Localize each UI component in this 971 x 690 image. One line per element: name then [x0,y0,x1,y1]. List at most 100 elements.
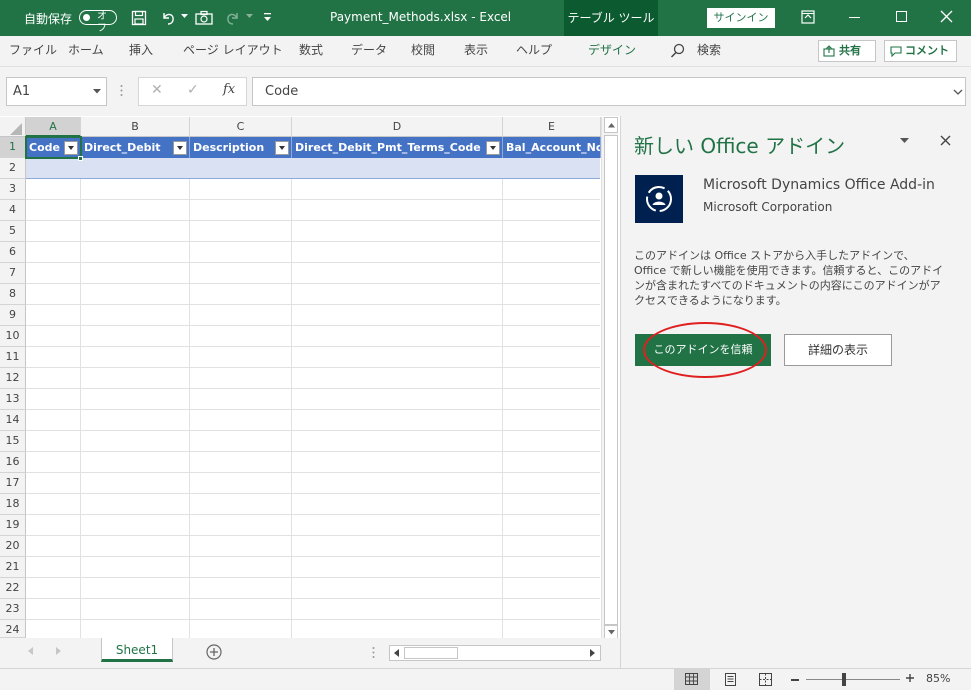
row-header[interactable]: 14 [0,410,26,431]
zoom-slider[interactable] [806,679,900,680]
tab-split-grip-icon[interactable] [372,646,375,659]
row-header[interactable]: 16 [0,452,26,473]
table-row[interactable] [26,158,600,179]
maximize-icon[interactable] [896,11,907,22]
zoom-in-icon[interactable] [905,673,915,683]
row-header[interactable]: 23 [0,599,26,620]
normal-view-button[interactable] [674,669,710,690]
select-all-button[interactable] [0,117,26,137]
insert-function-icon[interactable]: fx [223,82,235,97]
tab-design[interactable]: デザイン [588,36,636,66]
share-button[interactable]: 共有 [818,40,876,62]
pane-close-icon[interactable] [940,135,951,146]
dynamics-addin-icon [635,175,683,223]
column-header-a[interactable]: A [26,117,81,137]
vertical-scrollbar[interactable] [601,117,618,639]
row-header[interactable]: 18 [0,494,26,515]
undo-icon[interactable] [160,10,176,26]
row-header[interactable]: 15 [0,431,26,452]
redo-dropdown-icon[interactable] [246,14,253,19]
row-header[interactable]: 24 [0,620,26,638]
zoom-slider-thumb[interactable] [842,673,846,686]
camera-icon[interactable] [195,10,213,26]
row-header[interactable]: 4 [0,200,26,221]
row-header[interactable]: 9 [0,305,26,326]
scroll-sheets-right-icon[interactable] [56,647,62,655]
filter-dropdown-icon[interactable] [173,141,187,155]
row-header[interactable]: 20 [0,536,26,557]
worksheet-grid[interactable] [0,116,620,638]
tab-home[interactable]: ホーム [68,36,104,66]
row-header[interactable]: 5 [0,221,26,242]
filter-dropdown-icon[interactable] [486,141,500,155]
tab-review[interactable]: 校閲 [411,36,435,66]
table-header-cell[interactable]: Direct_Debit_Pmt_Terms_Code [292,137,503,158]
scroll-down-button[interactable] [604,625,618,639]
tab-data[interactable]: データ [351,36,387,66]
customize-qat-icon[interactable] [263,12,272,22]
row-header[interactable]: 8 [0,284,26,305]
filter-dropdown-icon[interactable] [275,141,289,155]
row-header[interactable]: 12 [0,368,26,389]
tab-file[interactable]: ファイル [9,36,57,66]
comment-button[interactable]: コメント [884,40,957,62]
ribbon-display-options-icon[interactable] [801,10,815,24]
row-header[interactable]: 22 [0,578,26,599]
toggle-knob [83,13,90,21]
minimize-icon[interactable] [849,17,860,19]
scroll-up-button[interactable] [604,117,618,133]
save-icon[interactable] [131,10,147,26]
cancel-icon[interactable]: ✕ [151,82,163,98]
column-header-b[interactable]: B [81,117,190,137]
expand-formula-icon[interactable] [953,89,963,95]
table-header-cell[interactable]: Bal_Account_No [503,137,601,158]
zoom-level[interactable]: 85% [926,672,950,685]
formula-bar-grip-icon[interactable] [120,84,123,97]
row-header[interactable]: 13 [0,389,26,410]
scroll-sheets-left-icon[interactable] [28,647,34,655]
page-layout-view-icon[interactable] [724,673,737,686]
tab-page-layout[interactable]: ページ レイアウト [183,36,283,66]
undo-dropdown-icon[interactable] [181,14,188,19]
scroll-left-icon[interactable] [394,649,400,657]
row-header[interactable]: 1 [0,137,26,158]
chevron-down-icon[interactable] [93,89,101,94]
name-box[interactable]: A1 [6,77,107,106]
page-break-preview-icon[interactable] [759,673,772,686]
row-header[interactable]: 7 [0,263,26,284]
row-header[interactable]: 10 [0,326,26,347]
horizontal-scroll-thumb[interactable] [404,647,458,659]
new-sheet-icon[interactable] [206,644,222,660]
sheet-tab-sheet1[interactable]: Sheet1 [101,638,173,662]
pane-options-icon[interactable] [900,138,909,144]
show-details-button[interactable]: 詳細の表示 [784,334,892,366]
formula-input[interactable]: Code [252,77,966,106]
scroll-right-icon[interactable] [590,649,596,657]
autosave-toggle[interactable]: オフ [79,10,117,34]
search-label[interactable]: 検索 [697,36,721,66]
close-icon[interactable] [940,10,953,23]
row-header[interactable]: 21 [0,557,26,578]
redo-icon[interactable] [225,10,241,26]
row-header[interactable]: 17 [0,473,26,494]
addin-description: このアドインは Office ストアから入手したアドインで、Office で新し… [634,249,944,307]
row-header[interactable]: 2 [0,158,26,179]
zoom-out-icon[interactable] [791,679,799,681]
tab-view[interactable]: 表示 [464,36,488,66]
row-header[interactable]: 11 [0,347,26,368]
fill-handle[interactable] [78,156,83,161]
row-header[interactable]: 3 [0,179,26,200]
horizontal-scrollbar[interactable] [389,645,601,661]
tab-formulas[interactable]: 数式 [299,36,323,66]
column-header-e[interactable]: E [503,117,601,137]
enter-icon[interactable]: ✓ [187,82,199,98]
column-header-d[interactable]: D [292,117,503,137]
row-header[interactable]: 19 [0,515,26,536]
vertical-scroll-thumb[interactable] [604,135,618,625]
column-header-c[interactable]: C [190,117,292,137]
tab-help[interactable]: ヘルプ [516,36,552,66]
row-header[interactable]: 6 [0,242,26,263]
tab-insert[interactable]: 挿入 [129,36,153,66]
signin-button[interactable]: サインイン [707,8,775,28]
search-icon[interactable] [670,43,685,58]
